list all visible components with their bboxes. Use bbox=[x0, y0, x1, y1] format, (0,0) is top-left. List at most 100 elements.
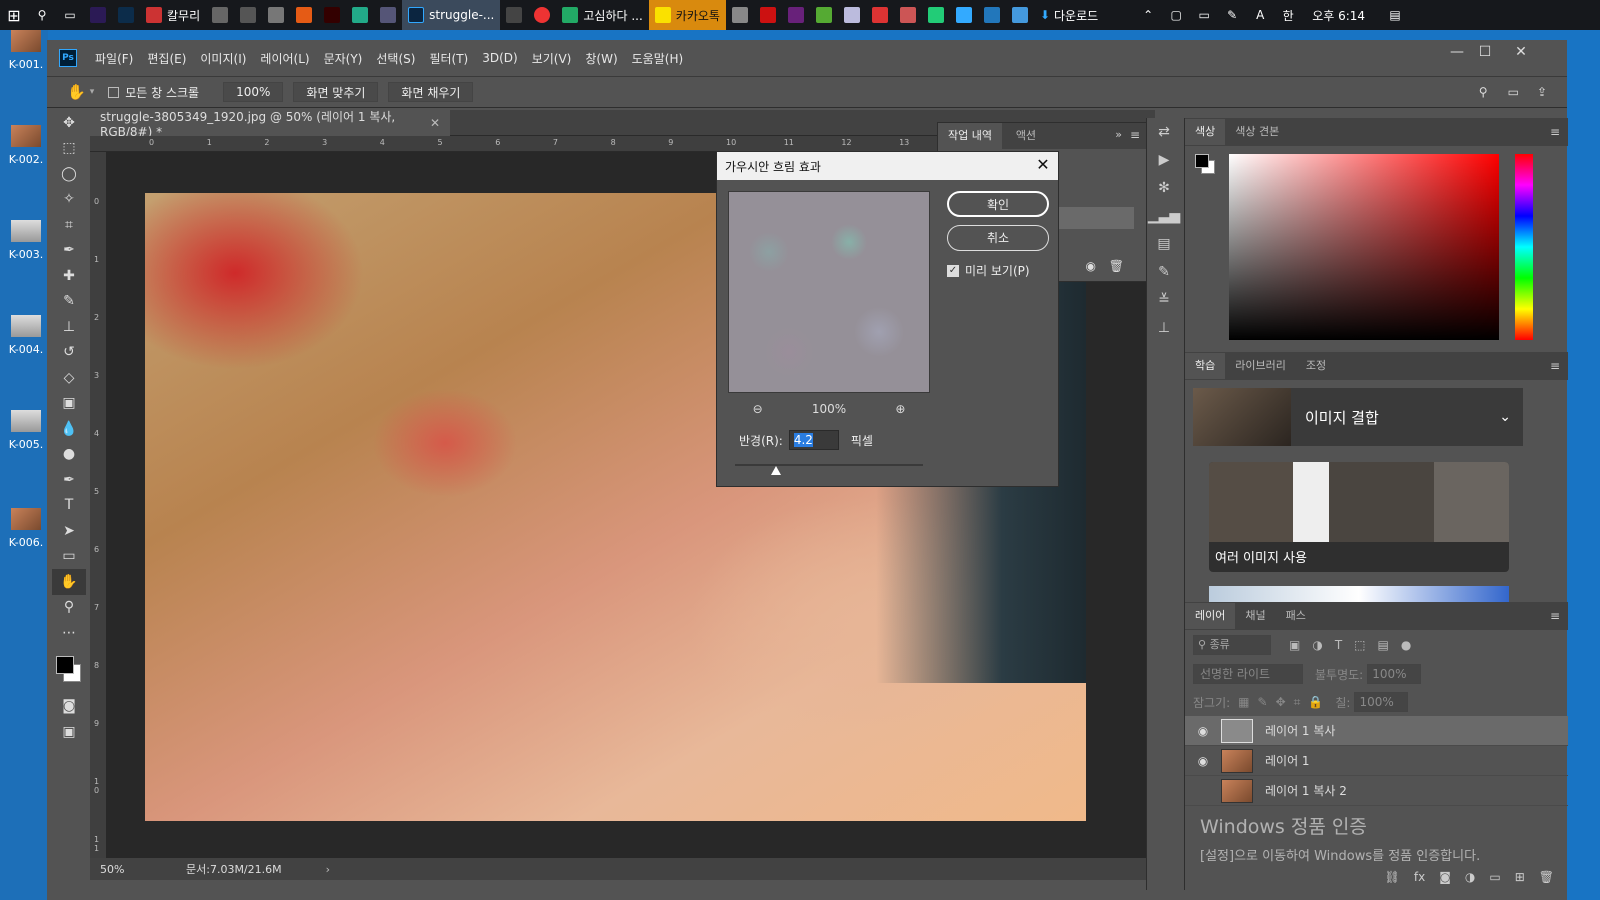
pen-tool-icon[interactable]: ✒ bbox=[52, 467, 86, 493]
stamp-tool-icon[interactable]: ⊥ bbox=[52, 314, 86, 340]
taskbar-app-downloads[interactable]: ⬇ 다운로드 bbox=[1034, 0, 1104, 30]
marquee-tool-icon[interactable]: ⬚ bbox=[52, 136, 86, 162]
workspace-icon[interactable]: ▭ bbox=[1508, 85, 1519, 99]
tab-learn[interactable]: 학습 bbox=[1185, 353, 1226, 379]
ok-button[interactable]: 확인 bbox=[947, 191, 1049, 217]
adjustment-filter-icon[interactable]: ◑ bbox=[1312, 638, 1322, 652]
hue-slider[interactable] bbox=[1515, 154, 1533, 340]
blur-preview[interactable] bbox=[728, 191, 930, 393]
panel-menu-icon[interactable]: ≡ bbox=[1550, 125, 1560, 139]
menu-image[interactable]: 이미지(I) bbox=[200, 50, 246, 67]
library-icon[interactable]: ▤ bbox=[1147, 230, 1181, 258]
lasso-tool-icon[interactable]: ◯ bbox=[52, 161, 86, 187]
tab-channels[interactable]: 채널 bbox=[1235, 603, 1275, 629]
layer-row[interactable]: ◉ 레이어 1 bbox=[1185, 746, 1568, 776]
expand-icon[interactable]: » bbox=[1115, 128, 1122, 141]
panel-menu-icon[interactable]: ≡ bbox=[1550, 359, 1560, 373]
trash-icon[interactable]: 🗑 bbox=[1109, 259, 1124, 273]
app-icon[interactable] bbox=[206, 0, 234, 30]
illustrator-icon[interactable] bbox=[318, 0, 346, 30]
cancel-button[interactable]: 취소 bbox=[947, 225, 1049, 251]
visual-studio-icon[interactable] bbox=[782, 0, 810, 30]
hand-tool-icon[interactable]: ✋ bbox=[67, 83, 86, 101]
filter-toggle-icon[interactable]: ● bbox=[1401, 638, 1411, 652]
type-tool-icon[interactable]: T bbox=[52, 493, 86, 519]
lightroom-icon[interactable] bbox=[112, 0, 140, 30]
desktop-icon[interactable]: K-006. bbox=[6, 508, 46, 549]
preview-checkbox[interactable]: ✓ bbox=[947, 264, 959, 277]
app-icon[interactable] bbox=[950, 0, 978, 30]
brush-settings-icon[interactable]: ✎ bbox=[1147, 258, 1181, 286]
app-icon[interactable] bbox=[810, 0, 838, 30]
tab-libraries[interactable]: 라이브러리 bbox=[1225, 353, 1296, 379]
ime-icon[interactable]: A bbox=[1246, 0, 1274, 30]
menu-help[interactable]: 도움말(H) bbox=[632, 50, 684, 67]
color-swatches[interactable] bbox=[52, 646, 86, 694]
chevron-down-icon[interactable]: ⌄ bbox=[1499, 409, 1511, 425]
foreground-color-swatch[interactable] bbox=[56, 655, 74, 674]
panel-menu-icon[interactable]: ≡ bbox=[1550, 609, 1560, 623]
learn-card[interactable]: 여러 이미지 사용 bbox=[1209, 462, 1509, 572]
app-icon[interactable] bbox=[866, 0, 894, 30]
app-icon[interactable] bbox=[922, 0, 950, 30]
radius-slider-track[interactable] bbox=[735, 464, 923, 466]
app-icon[interactable] bbox=[374, 0, 402, 30]
mask-icon[interactable]: ◙ bbox=[1439, 870, 1451, 884]
snapshot-icon[interactable]: ◉ bbox=[1086, 259, 1096, 273]
menu-window[interactable]: 창(W) bbox=[585, 50, 617, 67]
desktop-icon[interactable]: K-005. bbox=[6, 410, 46, 451]
adjustments-icon[interactable]: ≚ bbox=[1147, 286, 1181, 314]
close-icon[interactable]: ✕ bbox=[430, 116, 440, 130]
menu-filter[interactable]: 필터(T) bbox=[429, 50, 468, 67]
radius-input[interactable]: 4.2 bbox=[788, 430, 839, 450]
zoom-readout[interactable]: 50% bbox=[100, 863, 140, 876]
lock-pixels-icon[interactable]: ✎ bbox=[1258, 695, 1268, 709]
after-effects-icon[interactable] bbox=[84, 0, 112, 30]
crop-tool-icon[interactable]: ⌗ bbox=[52, 212, 86, 238]
lock-position-icon[interactable]: ✥ bbox=[1276, 695, 1286, 709]
eraser-tool-icon[interactable]: ◇ bbox=[52, 365, 86, 391]
chevron-right-icon[interactable]: › bbox=[326, 863, 330, 876]
menu-type[interactable]: 문자(Y) bbox=[324, 50, 363, 67]
tab-layers[interactable]: 레이어 bbox=[1185, 603, 1236, 629]
clock[interactable]: 오후 6:14 bbox=[1306, 0, 1371, 30]
taskbar-app-1[interactable]: 칼무리 bbox=[140, 0, 206, 30]
learn-card-image[interactable] bbox=[1209, 586, 1509, 602]
move-tool-icon[interactable]: ✥ bbox=[52, 110, 86, 136]
desktop-icon[interactable]: K-003. bbox=[6, 220, 46, 261]
tab-swatches[interactable]: 색상 견본 bbox=[1225, 119, 1289, 145]
path-select-tool-icon[interactable]: ➤ bbox=[52, 518, 86, 544]
menu-select[interactable]: 선택(S) bbox=[376, 50, 415, 67]
app-icon[interactable] bbox=[1006, 0, 1034, 30]
rectangle-tool-icon[interactable]: ▭ bbox=[52, 544, 86, 570]
app-icon[interactable] bbox=[290, 0, 318, 30]
close-window-button[interactable]: ✕ bbox=[1506, 44, 1536, 66]
menu-file[interactable]: 파일(F) bbox=[95, 50, 133, 67]
dodge-tool-icon[interactable]: ● bbox=[52, 442, 86, 468]
maximize-button[interactable]: ☐ bbox=[1470, 44, 1500, 66]
quick-mask-icon[interactable]: ◙ bbox=[52, 694, 86, 720]
opacity-input[interactable]: 100% bbox=[1367, 664, 1422, 684]
lock-transparent-icon[interactable]: ▦ bbox=[1238, 695, 1249, 709]
app-icon[interactable] bbox=[234, 0, 262, 30]
pixel-filter-icon[interactable]: ▣ bbox=[1289, 638, 1300, 652]
menu-edit[interactable]: 편집(E) bbox=[147, 50, 186, 67]
foreground-color-swatch[interactable] bbox=[1195, 154, 1209, 168]
search-icon[interactable]: ⚲ bbox=[28, 0, 56, 30]
ime-hangul-icon[interactable]: 한 bbox=[1274, 0, 1302, 30]
menu-layer[interactable]: 레이어(L) bbox=[260, 50, 309, 67]
play-icon[interactable]: ▶ bbox=[1147, 146, 1181, 174]
fill-screen-button[interactable]: 화면 채우기 bbox=[388, 82, 474, 102]
link-icon[interactable]: ⛓ bbox=[1385, 870, 1400, 884]
layer-row[interactable]: ◉ 레이어 1 복사 bbox=[1185, 716, 1568, 746]
chevron-down-icon[interactable]: ▾ bbox=[90, 87, 95, 97]
panel-menu-icon[interactable]: ≡ bbox=[1130, 128, 1140, 142]
app-icon[interactable] bbox=[754, 0, 782, 30]
layer-filter-select[interactable]: ⚲ 종류 bbox=[1193, 635, 1271, 655]
start-icon[interactable]: ⊞ bbox=[0, 0, 28, 30]
menu-3d[interactable]: 3D(D) bbox=[482, 51, 517, 65]
zoom-out-icon[interactable]: ⊖ bbox=[753, 402, 763, 416]
desktop-icon[interactable]: K-001. bbox=[6, 30, 46, 71]
adjustment-layer-icon[interactable]: ◑ bbox=[1465, 870, 1475, 884]
scroll-all-checkbox[interactable] bbox=[108, 86, 120, 98]
